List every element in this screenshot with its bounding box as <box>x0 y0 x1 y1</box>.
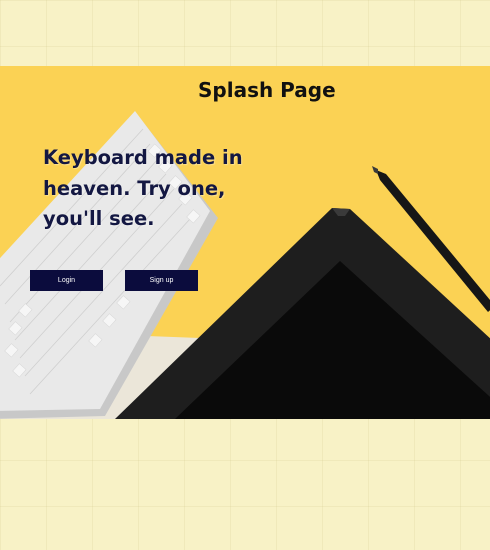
hero-headline: Keyboard made in heaven. Try one, you'll… <box>43 146 243 230</box>
hero-banner: Splash Page Keyboard made in heaven. Try… <box>0 66 490 419</box>
page-title: Splash Page <box>198 78 336 102</box>
hero-background-image <box>0 111 490 419</box>
login-button[interactable]: Login <box>30 270 103 291</box>
signup-button[interactable]: Sign up <box>125 270 198 291</box>
